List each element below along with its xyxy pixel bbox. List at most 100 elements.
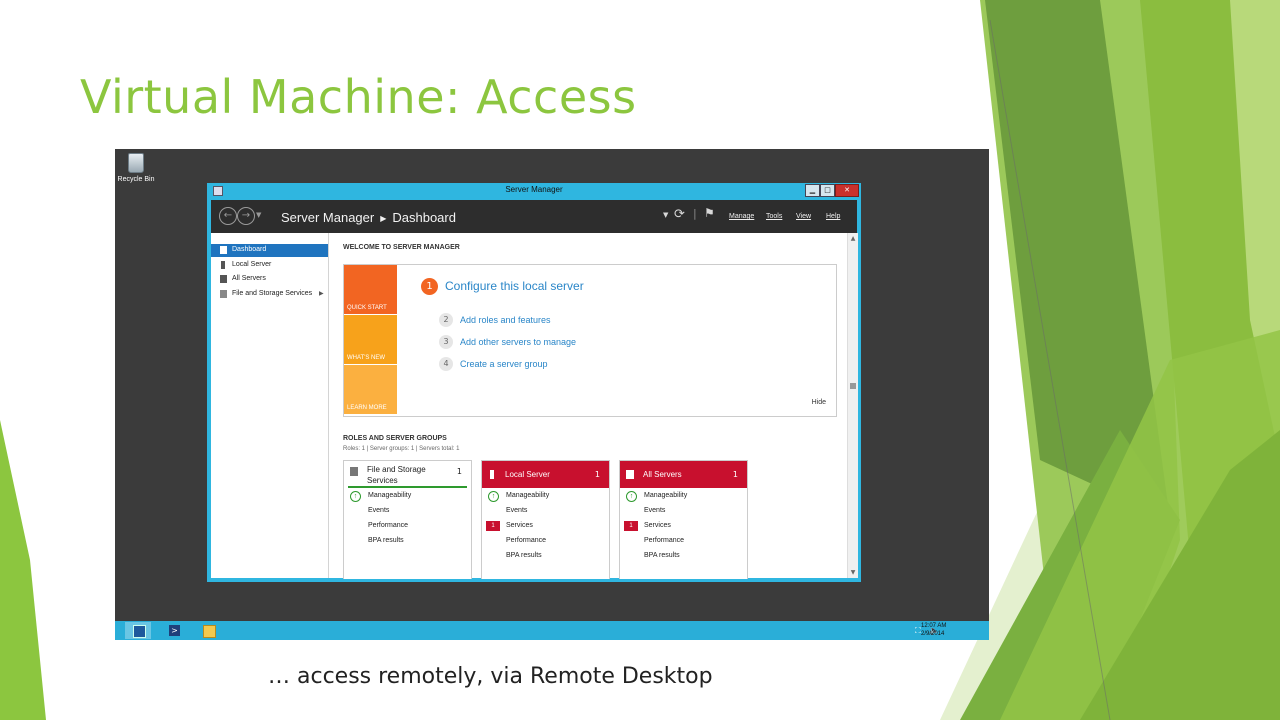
back-arrow-icon[interactable]: ← xyxy=(219,207,237,225)
row-label: BPA results xyxy=(644,552,680,559)
menu-manage[interactable]: Manage xyxy=(729,213,754,220)
nav-item-local-server[interactable]: Local Server xyxy=(211,259,328,272)
notifications-flag-icon[interactable]: ⚑ xyxy=(704,206,715,220)
status-ok-icon: ↑ xyxy=(488,491,499,502)
step-number-badge: 4 xyxy=(439,357,453,371)
tile-row-manageability[interactable]: ↑ Manageability xyxy=(482,490,609,503)
breadcrumb: Server Manager ▶ Dashboard xyxy=(281,210,456,225)
tile-row-manageability[interactable]: ↑ Manageability xyxy=(620,490,747,503)
minimize-button[interactable]: ▁ xyxy=(805,184,820,197)
slide-caption: … access remotely, via Remote Desktop xyxy=(268,664,713,689)
taskbar-server-manager[interactable] xyxy=(125,622,151,639)
roles-summary: Roles: 1 | Server groups: 1 | Servers to… xyxy=(343,446,460,452)
tile-row-events[interactable]: Events xyxy=(482,505,609,518)
tile-header[interactable]: Local Server 1 xyxy=(482,461,609,488)
nav-item-file-storage[interactable]: File and Storage Services ▶ xyxy=(211,288,328,301)
maximize-button[interactable]: □ xyxy=(820,184,835,197)
tile-row-bpa[interactable]: BPA results xyxy=(344,535,471,548)
expand-arrow-icon[interactable]: ▶ xyxy=(319,290,324,297)
row-label: Services xyxy=(506,522,533,529)
add-servers-link[interactable]: Add other servers to manage xyxy=(460,337,576,347)
tile-row-bpa[interactable]: BPA results xyxy=(482,550,609,563)
clock-date: 2/9/2014 xyxy=(921,631,945,637)
refresh-icon[interactable]: ⟳ xyxy=(674,207,685,222)
recycle-bin-shortcut[interactable]: Recycle Bin xyxy=(117,153,155,183)
storage-icon xyxy=(350,467,358,476)
taskbar-clock[interactable]: 12:07 AM 2/9/2014 xyxy=(921,622,946,638)
role-tile-file-storage[interactable]: File and Storage Services 1 ↑ Manageabil… xyxy=(343,460,472,579)
window-body: Dashboard Local Server All Servers File … xyxy=(211,233,858,579)
quick-start-label: QUICK START xyxy=(347,305,387,311)
learn-more-label: LEARN MORE xyxy=(347,405,387,411)
role-tile-local-server[interactable]: Local Server 1 ↑ Manageability Events 1 … xyxy=(481,460,610,579)
servers-icon xyxy=(626,470,634,479)
taskbar-file-explorer[interactable] xyxy=(195,622,221,639)
tile-row-manageability[interactable]: ↑ Manageability xyxy=(344,490,471,503)
status-ok-icon: ↑ xyxy=(626,491,637,502)
tile-row-services[interactable]: 1 Services xyxy=(620,520,747,533)
history-dropdown-icon[interactable]: ▼ xyxy=(256,211,261,219)
nav-item-label: All Servers xyxy=(232,275,266,282)
step-number-badge: 1 xyxy=(421,278,438,295)
tile-header[interactable]: File and Storage Services 1 xyxy=(344,461,471,488)
tile-row-events[interactable]: Events xyxy=(344,505,471,518)
quick-start-tile[interactable]: QUICK START xyxy=(344,265,397,314)
storage-icon xyxy=(220,290,227,298)
tile-row-bpa[interactable]: BPA results xyxy=(620,550,747,563)
powershell-icon: > xyxy=(169,625,180,636)
tile-name: Local Server xyxy=(505,470,550,479)
taskbar: > ⛶ 🔈 12:07 AM 2/9/2014 xyxy=(115,621,989,640)
vertical-scrollbar[interactable]: ▲ ▼ xyxy=(847,233,858,578)
menu-help[interactable]: Help xyxy=(826,213,840,220)
divider-icon: | xyxy=(693,207,697,220)
row-label: Events xyxy=(644,507,666,514)
taskbar-powershell[interactable]: > xyxy=(161,622,187,639)
dropdown-icon[interactable]: ▼ xyxy=(663,211,668,219)
recycle-bin-icon xyxy=(128,153,144,173)
row-label: Events xyxy=(506,507,528,514)
tile-header[interactable]: All Servers 1 xyxy=(620,461,747,488)
tile-row-events[interactable]: Events xyxy=(620,505,747,518)
add-roles-link[interactable]: Add roles and features xyxy=(460,315,551,325)
navigation-pane: Dashboard Local Server All Servers File … xyxy=(211,233,329,578)
menu-view[interactable]: View xyxy=(796,213,811,220)
row-label: BPA results xyxy=(506,552,542,559)
tile-row-performance[interactable]: Performance xyxy=(482,535,609,548)
network-icon[interactable]: ⛶ xyxy=(915,626,921,636)
nav-item-label: Dashboard xyxy=(232,246,267,253)
tile-row-services[interactable]: 1 Services xyxy=(482,520,609,533)
close-button[interactable]: ✕ xyxy=(835,184,859,197)
row-label: Events xyxy=(368,507,390,514)
whats-new-label: WHAT'S NEW xyxy=(347,355,386,361)
nav-item-dashboard[interactable]: Dashboard xyxy=(211,244,328,257)
slide-title: Virtual Machine: Access xyxy=(80,70,637,124)
tile-row-performance[interactable]: Performance xyxy=(344,520,471,533)
window-titlebar[interactable]: Server Manager ▁ □ ✕ xyxy=(207,183,861,199)
window-title: Server Manager xyxy=(505,185,563,194)
scroll-up-icon[interactable]: ▲ xyxy=(849,235,857,242)
forward-arrow-icon[interactable]: → xyxy=(237,207,255,225)
role-tile-all-servers[interactable]: All Servers 1 ↑ Manageability Events 1 S… xyxy=(619,460,748,579)
learn-more-tile[interactable]: LEARN MORE xyxy=(344,365,397,414)
tile-name: All Servers xyxy=(643,470,682,479)
toolbar: ← → ▼ Server Manager ▶ Dashboard ▼ ⟳ | ⚑ M… xyxy=(211,200,857,233)
row-label: Manageability xyxy=(644,492,688,499)
whats-new-tile[interactable]: WHAT'S NEW xyxy=(344,315,397,364)
scroll-thumb[interactable] xyxy=(850,383,856,389)
configure-local-server-link[interactable]: Configure this local server xyxy=(445,279,584,293)
breadcrumb-app[interactable]: Server Manager xyxy=(281,210,374,225)
row-label: Performance xyxy=(644,537,685,544)
tile-count: 1 xyxy=(594,470,600,479)
scroll-down-icon[interactable]: ▼ xyxy=(849,569,857,576)
hide-link[interactable]: Hide xyxy=(812,399,826,406)
nav-item-label: Local Server xyxy=(232,261,272,268)
tile-row-performance[interactable]: Performance xyxy=(620,535,747,548)
row-label: Services xyxy=(644,522,671,529)
server-icon xyxy=(490,470,494,479)
dashboard-content: WELCOME TO SERVER MANAGER QUICK START WH… xyxy=(329,233,847,579)
menu-tools[interactable]: Tools xyxy=(766,213,782,220)
row-label: Performance xyxy=(368,522,409,529)
create-server-group-link[interactable]: Create a server group xyxy=(460,359,548,369)
nav-item-all-servers[interactable]: All Servers xyxy=(211,273,328,286)
welcome-heading: WELCOME TO SERVER MANAGER xyxy=(343,244,460,251)
